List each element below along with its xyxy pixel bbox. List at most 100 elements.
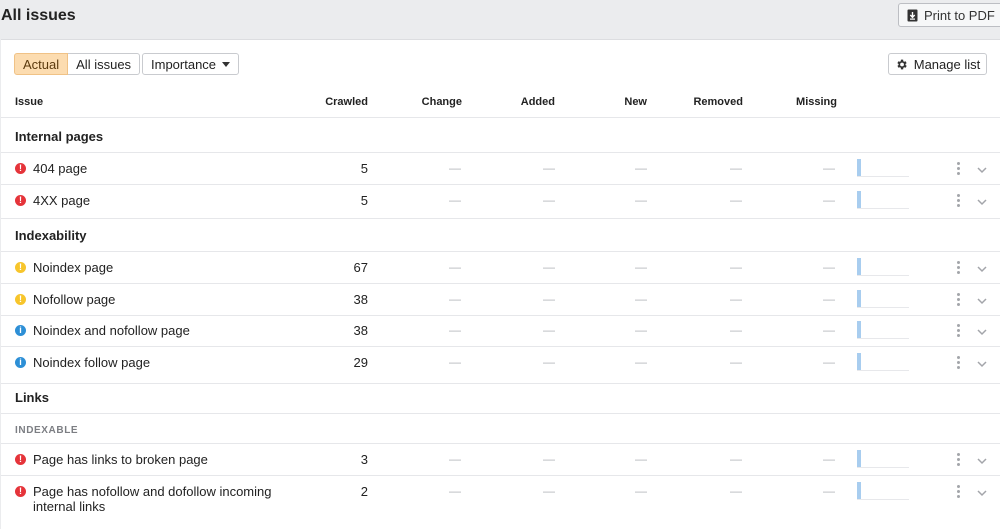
added-value: — — [543, 260, 555, 274]
change-value: — — [449, 292, 461, 306]
row-divider — [1, 184, 1000, 185]
new-value: — — [635, 161, 647, 175]
crawled-count[interactable]: 3 — [308, 452, 368, 467]
more-options-icon[interactable] — [957, 356, 961, 369]
trend-sparkline — [857, 159, 909, 177]
more-options-icon[interactable] — [957, 485, 961, 498]
warning-icon: ! — [15, 262, 26, 273]
change-value: — — [449, 193, 461, 207]
trend-sparkline — [857, 290, 909, 308]
chevron-down-icon[interactable] — [976, 195, 988, 207]
issue-link[interactable]: 4XX page — [33, 193, 90, 208]
column-header-added[interactable]: Added — [495, 96, 555, 108]
issue-link[interactable]: Nofollow page — [33, 292, 115, 307]
removed-value: — — [730, 193, 742, 207]
issue-link[interactable]: Noindex follow page — [33, 355, 150, 370]
print-to-pdf-button[interactable]: Print to PDF — [898, 3, 1000, 27]
new-value: — — [635, 452, 647, 466]
page-title: All issues — [1, 7, 76, 24]
added-value: — — [543, 292, 555, 306]
row-divider — [1, 283, 1000, 284]
importance-dropdown[interactable]: Importance — [142, 53, 240, 75]
removed-value: — — [730, 323, 742, 337]
missing-value: — — [823, 260, 835, 274]
warning-icon: ! — [15, 294, 26, 305]
sparkline-baseline — [857, 499, 909, 500]
crawled-count[interactable]: 67 — [308, 260, 368, 275]
download-icon — [907, 9, 918, 21]
issue-link[interactable]: Noindex and nofollow page — [33, 323, 190, 338]
crawled-count[interactable]: 2 — [308, 484, 368, 499]
chevron-down-icon[interactable] — [976, 325, 988, 337]
chevron-down-icon[interactable] — [976, 454, 988, 466]
sparkline-baseline — [857, 467, 909, 468]
sparkline-baseline — [857, 338, 909, 339]
sparkline-bar — [857, 290, 861, 308]
more-options-icon[interactable] — [957, 453, 961, 466]
change-value: — — [449, 323, 461, 337]
missing-value: — — [823, 484, 835, 498]
chevron-down-icon[interactable] — [976, 294, 988, 306]
issue-link[interactable]: Noindex page — [33, 260, 113, 275]
error-icon: ! — [15, 454, 26, 465]
sparkline-baseline — [857, 307, 909, 308]
more-options-icon[interactable] — [957, 293, 961, 306]
column-header-crawled[interactable]: Crawled — [308, 96, 368, 108]
issue-link[interactable]: Page has nofollow and dofollow incoming … — [33, 484, 273, 514]
trend-sparkline — [857, 321, 909, 339]
trend-sparkline — [857, 353, 909, 371]
more-options-icon[interactable] — [957, 324, 961, 337]
chevron-down-icon[interactable] — [976, 163, 988, 175]
added-value: — — [543, 452, 555, 466]
removed-value: — — [730, 355, 742, 369]
top-bar: All issues Print to PDF — [0, 0, 1000, 38]
column-header-change[interactable]: Change — [402, 96, 462, 108]
crawled-count[interactable]: 38 — [308, 292, 368, 307]
added-value: — — [543, 161, 555, 175]
row-divider — [1, 218, 1000, 219]
issue-link[interactable]: 404 page — [33, 161, 87, 176]
sparkline-baseline — [857, 208, 909, 209]
trend-sparkline — [857, 258, 909, 276]
all-issues-toggle-button[interactable]: All issues — [68, 53, 141, 75]
manage-list-label: Manage list — [913, 56, 981, 72]
column-header-new[interactable]: New — [587, 96, 647, 108]
section-title: Links — [15, 390, 49, 405]
notice-icon: i — [15, 325, 26, 336]
chevron-down-icon[interactable] — [976, 262, 988, 274]
print-to-pdf-label: Print to PDF — [924, 7, 995, 23]
sparkline-bar — [857, 191, 861, 209]
removed-value: — — [730, 292, 742, 306]
issue-link[interactable]: Page has links to broken page — [33, 452, 208, 467]
trend-sparkline — [857, 450, 909, 468]
actual-toggle-button[interactable]: Actual — [14, 53, 69, 75]
column-header-issue[interactable]: Issue — [15, 96, 43, 108]
missing-value: — — [823, 292, 835, 306]
new-value: — — [635, 484, 647, 498]
subsection-title: INDEXABLE — [15, 425, 79, 436]
added-value: — — [543, 193, 555, 207]
crawled-count[interactable]: 5 — [308, 161, 368, 176]
section-title: Internal pages — [15, 129, 104, 144]
crawled-count[interactable]: 29 — [308, 355, 368, 370]
more-options-icon[interactable] — [957, 261, 961, 274]
more-options-icon[interactable] — [957, 162, 961, 175]
change-value: — — [449, 161, 461, 175]
chevron-down-icon[interactable] — [976, 357, 988, 369]
trend-sparkline — [857, 482, 909, 500]
removed-value: — — [730, 452, 742, 466]
more-options-icon[interactable] — [957, 194, 961, 207]
row-divider — [1, 346, 1000, 347]
column-header-missing[interactable]: Missing — [777, 96, 837, 108]
row-divider — [1, 383, 1000, 384]
manage-list-button[interactable]: Manage list — [888, 53, 987, 75]
column-header-removed[interactable]: Removed — [683, 96, 743, 108]
crawled-count[interactable]: 38 — [308, 323, 368, 338]
sparkline-baseline — [857, 176, 909, 177]
chevron-down-icon[interactable] — [976, 486, 988, 498]
missing-value: — — [823, 323, 835, 337]
sparkline-bar — [857, 258, 861, 276]
new-value: — — [635, 323, 647, 337]
crawled-count[interactable]: 5 — [308, 193, 368, 208]
header-divider — [1, 117, 1000, 118]
